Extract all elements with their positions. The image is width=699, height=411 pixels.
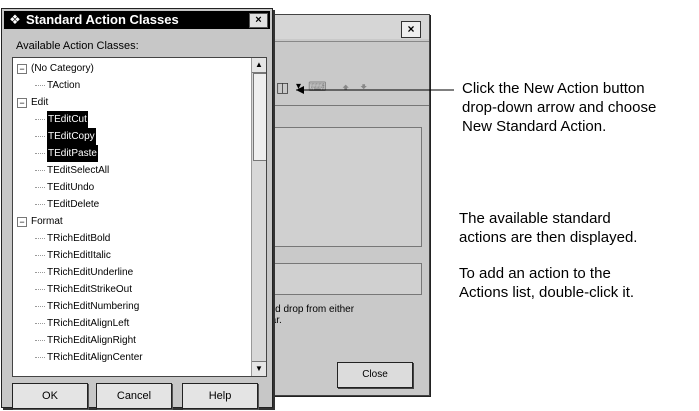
callout-arrowhead [296,86,304,94]
callout-add-action: To add an action to the Actions list, do… [459,265,635,301]
callout-new-action: Click the New Action button drop-down ar… [462,80,657,135]
callout-leader-svg [296,86,454,94]
callout-available-actions: The available standard actions are then … [459,210,638,246]
